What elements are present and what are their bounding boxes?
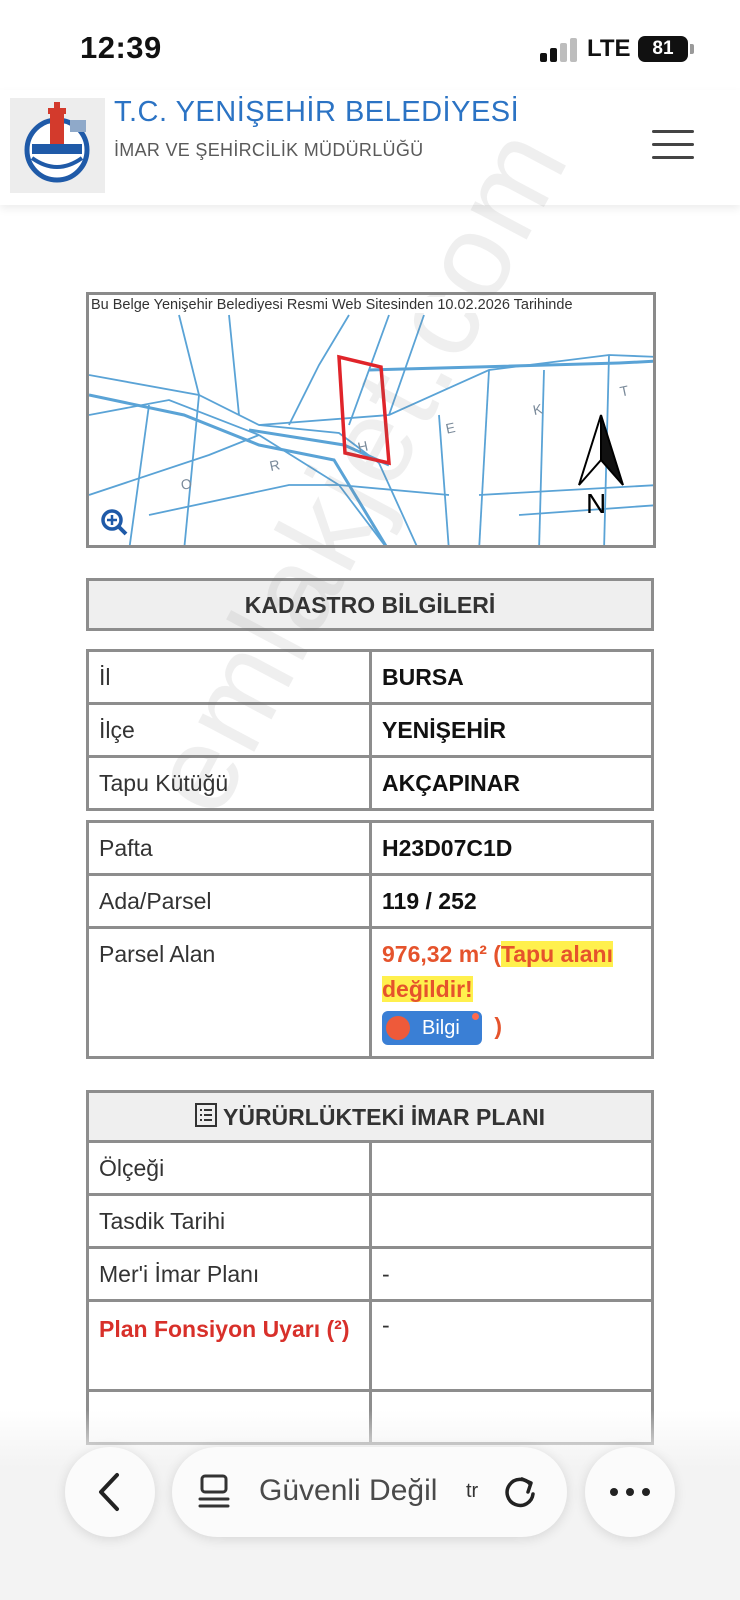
parcel-table: Pafta H23D07C1D Ada/Parsel 119 / 252 Par… [86,820,654,1059]
ada-parsel-label: Ada/Parsel [86,873,372,929]
olcegi-value [369,1140,654,1196]
bilgi-button[interactable]: Bilgi [382,1010,482,1045]
org-name[interactable]: T.C. YENİŞEHİR BELEDİYESİ [114,96,519,129]
back-button[interactable] [65,1447,155,1537]
url-tld: tr [466,1480,479,1502]
more-icon [610,1488,650,1496]
battery-tip [690,44,694,54]
back-icon [99,1473,119,1511]
bilgi-button-label: Bilgi [422,1016,460,1039]
ada-parsel-value: 119 / 252 [369,873,654,929]
zoom-in-icon[interactable] [101,509,128,536]
north-label: N [586,488,606,519]
north-arrow-icon [578,414,624,486]
url-security-text: Güvenli Değil [259,1474,438,1507]
address-bar[interactable]: Güvenli Değil tr [172,1447,567,1537]
area-number: 976,32 m² [382,941,487,967]
ilce-value: YENİŞEHİR [369,702,654,758]
parsel-alan-label: Parsel Alan [86,926,372,1059]
tapu-kutugu-value: AKÇAPINAR [369,755,654,811]
map-caption: Bu Belge Yenişehir Belediyesi Resmi Web … [91,297,575,313]
battery-icon: 81 [638,36,688,62]
org-subtitle: İMAR VE ŞEHİRCİLİK MÜDÜRLÜĞÜ [114,140,424,160]
table-row: Pafta H23D07C1D [86,820,654,876]
table-row: Tasdik Tarihi [86,1193,654,1249]
reload-icon[interactable] [500,1471,540,1513]
status-bar: 12:39 LTE 81 [0,0,740,90]
table-row: Ölçeği [86,1140,654,1196]
parsel-alan-cell: 976,32 m² (Tapu alanı değildir! Bilgi ) [369,926,654,1059]
imar-table: Ölçeği Tasdik Tarihi Mer'i İmar Planı - … [86,1140,654,1445]
signal-icon [540,36,580,62]
notification-dot-icon [472,1012,479,1020]
meri-imar-plani-label: Mer'i İmar Planı [86,1246,372,1302]
tasdik-tarihi-value [369,1193,654,1249]
network-type: LTE [587,35,631,62]
imar-title-text: YÜRÜRLÜKTEKİ İMAR PLANI [223,1104,545,1130]
logo-icon[interactable] [10,98,105,193]
status-time: 12:39 [80,30,162,65]
table-row: Mer'i İmar Planı - [86,1246,654,1302]
globe-icon [386,1015,410,1040]
table-row: Parsel Alan 976,32 m² (Tapu alanı değild… [86,926,654,1059]
il-value: BURSA [369,649,654,705]
more-button[interactable] [585,1447,675,1537]
plan-fonsiyon-value: - [369,1299,654,1392]
list-icon [195,1095,217,1143]
plan-fonsiyon-label[interactable]: Plan Fonsiyon Uyarı (²) [86,1299,372,1392]
parsel-alan-value: 976,32 m² (Tapu alanı değildir! [382,937,651,1007]
hamburger-menu-icon[interactable] [652,130,694,160]
pafta-label: Pafta [86,820,372,876]
close-paren: ) [494,1013,503,1039]
meri-imar-plani-value: - [369,1246,654,1302]
site-header: T.C. YENİŞEHİR BELEDİYESİ İMAR VE ŞEHİRC… [0,90,740,205]
olcegi-label: Ölçeği [86,1140,372,1196]
bilgi-row: Bilgi ) [382,1009,651,1045]
tasdik-tarihi-label: Tasdik Tarihi [86,1193,372,1249]
table-row: Ada/Parsel 119 / 252 [86,873,654,929]
imar-title: YÜRÜRLÜKTEKİ İMAR PLANI [86,1090,654,1143]
table-row: Plan Fonsiyon Uyarı (²) - [86,1299,654,1392]
page-menu-icon[interactable] [197,1472,233,1512]
pafta-value: H23D07C1D [369,820,654,876]
open-paren: ( [493,941,501,967]
